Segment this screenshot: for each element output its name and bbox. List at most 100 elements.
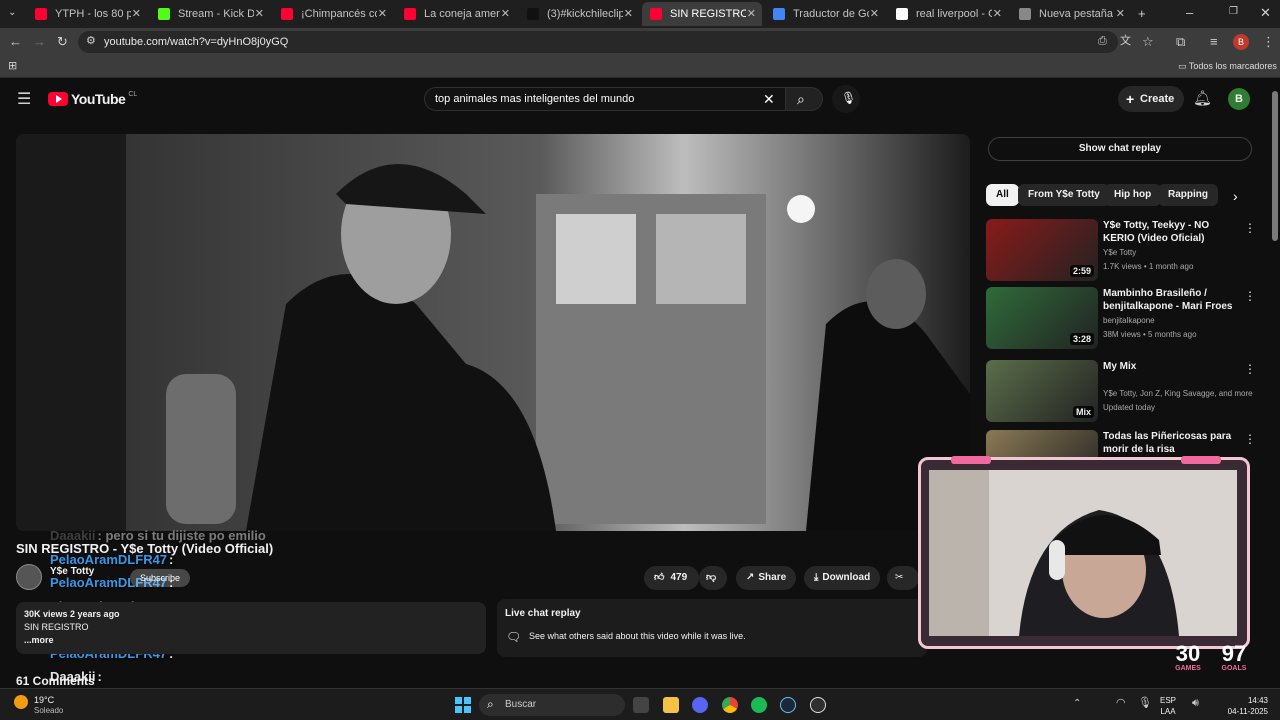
- hamburger-menu-icon[interactable]: ☰: [17, 92, 31, 108]
- obs-icon[interactable]: [810, 697, 826, 713]
- browser-tab[interactable]: La coneja america ad✕: [396, 2, 516, 26]
- browser-tab[interactable]: Stream - Kick Dashbo✕: [150, 2, 270, 26]
- recommended-title[interactable]: Y$e Totty, Teekyy - NO KERIO (Video Ofic…: [1103, 219, 1233, 245]
- stat-goals-label: GOALS: [1221, 665, 1247, 672]
- more-actions-icon[interactable]: ⋮: [1244, 432, 1256, 446]
- spotify-icon[interactable]: [751, 697, 767, 713]
- clear-search-icon[interactable]: ✕: [763, 92, 775, 106]
- dislike-button[interactable]: 👎︎: [699, 566, 727, 590]
- new-tab-icon[interactable]: +: [1138, 7, 1146, 20]
- chips-next-icon[interactable]: ›: [1233, 189, 1238, 203]
- clip-button[interactable]: ✂: [887, 566, 919, 590]
- recommended-channel[interactable]: Y$e Totty, Jon Z, King Savagge, and more: [1103, 389, 1253, 398]
- video-thumbnail[interactable]: 2:59: [986, 219, 1098, 281]
- recommended-video[interactable]: 2:59 Y$e Totty, Teekyy - NO KERIO (Video …: [986, 219, 1256, 285]
- chrome-icon[interactable]: [722, 697, 738, 713]
- browser-tab[interactable]: (3)#kickchileclips #m✕: [519, 2, 639, 26]
- filter-chip[interactable]: Rapping: [1158, 184, 1218, 206]
- notifications-bell-icon[interactable]: 🔔︎: [1193, 91, 1212, 106]
- create-button[interactable]: + Create: [1118, 86, 1184, 112]
- recommended-video[interactable]: 3:28 Mambinho Brasileño / benjitalkapone …: [986, 287, 1256, 353]
- browser-tab[interactable]: YTPH - los 80 pinoche✕: [27, 2, 147, 26]
- voice-search-button[interactable]: 🎙: [832, 85, 860, 113]
- youtube-logo[interactable]: YouTube CL: [48, 91, 137, 107]
- taskbar-search[interactable]: ⌕ Buscar: [479, 694, 625, 716]
- task-view-icon[interactable]: [633, 697, 649, 713]
- more-link[interactable]: ...more: [24, 634, 478, 647]
- tab-close-icon[interactable]: ✕: [501, 7, 510, 20]
- reload-icon[interactable]: ↻: [57, 35, 68, 48]
- apps-grid-icon[interactable]: ⊞: [8, 61, 17, 72]
- media-icon[interactable]: ≡: [1210, 35, 1218, 48]
- tab-close-icon[interactable]: ✕: [624, 7, 633, 20]
- channel-avatar[interactable]: [16, 564, 42, 590]
- recommended-title[interactable]: Todas las Piñericosas para morir de la r…: [1103, 430, 1233, 456]
- browser-tab[interactable]: Nueva pestaña ✕: [1011, 2, 1131, 26]
- browser-tab[interactable]: SIN REGISTRO - Y$e✕: [642, 2, 762, 26]
- weather-icon[interactable]: [14, 695, 28, 709]
- all-bookmarks[interactable]: ▭ Todos los marcadores: [1178, 61, 1277, 72]
- restore-icon[interactable]: ❐: [1229, 7, 1238, 17]
- recommended-channel[interactable]: benjitalkapone: [1103, 316, 1155, 325]
- recommended-channel[interactable]: Y$e Totty: [1103, 248, 1136, 257]
- search-button[interactable]: ⌕: [785, 87, 823, 111]
- menu-kebab-icon[interactable]: ⋮: [1262, 35, 1275, 48]
- discord-icon[interactable]: [692, 697, 708, 713]
- back-icon[interactable]: ←: [9, 35, 22, 48]
- start-button[interactable]: [455, 697, 471, 713]
- video-player[interactable]: [16, 134, 970, 531]
- more-actions-icon[interactable]: ⋮: [1244, 289, 1256, 303]
- language-indicator[interactable]: ESP LAA: [1160, 695, 1176, 717]
- forward-icon[interactable]: →: [33, 35, 46, 48]
- video-thumbnail[interactable]: 3:28: [986, 287, 1098, 349]
- file-explorer-icon[interactable]: [663, 697, 679, 713]
- volume-icon[interactable]: 🔊︎: [1192, 698, 1199, 709]
- weather-temp[interactable]: 19°C: [34, 695, 54, 705]
- wifi-icon[interactable]: ◠: [1116, 698, 1126, 709]
- search-input[interactable]: top animales mas inteligentes del mundo …: [424, 87, 786, 111]
- download-button[interactable]: ⤓ Download: [804, 566, 881, 590]
- tab-close-icon[interactable]: ✕: [255, 7, 264, 20]
- site-info-icon[interactable]: ⚙: [86, 36, 96, 47]
- tray-chevron-icon[interactable]: ⌃: [1073, 699, 1081, 709]
- tab-close-icon[interactable]: ✕: [378, 7, 387, 20]
- channel-name[interactable]: Y$e Totty: [50, 566, 94, 577]
- description-box[interactable]: 30K views 2 years ago SIN REGISTRO ...mo…: [16, 602, 486, 654]
- account-avatar[interactable]: B: [1228, 88, 1250, 110]
- extensions-icon[interactable]: ⧉: [1176, 35, 1185, 48]
- close-window-icon[interactable]: ✕: [1260, 6, 1271, 19]
- tab-close-icon[interactable]: ✕: [870, 7, 879, 20]
- more-actions-icon[interactable]: ⋮: [1244, 362, 1256, 376]
- mic-tray-icon[interactable]: 🎙: [1138, 698, 1152, 709]
- browser-tab[interactable]: ¡Chimpancés con Má✕: [273, 2, 393, 26]
- tab-close-icon[interactable]: ✕: [1116, 7, 1125, 20]
- subscribe-button[interactable]: Subscribe: [130, 569, 191, 587]
- mic-icon: 🎙: [841, 91, 857, 105]
- tab-search-icon[interactable]: ⌄: [8, 8, 16, 18]
- bookmark-star-icon[interactable]: ☆: [1142, 35, 1154, 48]
- recommended-video[interactable]: Mix My Mix Y$e Totty, Jon Z, King Savagge,…: [986, 360, 1256, 426]
- url-bar[interactable]: ⚙ youtube.com/watch?v=dyHnO8j0yGQ: [78, 31, 1118, 53]
- profile-avatar[interactable]: B: [1233, 34, 1249, 50]
- share-button[interactable]: ↗ Share: [736, 566, 797, 590]
- tab-close-icon[interactable]: ✕: [993, 7, 1002, 20]
- recommended-title[interactable]: Mambinho Brasileño / benjitalkapone - Ma…: [1103, 287, 1233, 313]
- like-button[interactable]: 👍︎ 479: [644, 566, 700, 590]
- filter-chip[interactable]: Hip hop: [1104, 184, 1162, 206]
- show-chat-replay-button[interactable]: Show chat replay: [988, 137, 1252, 161]
- clock[interactable]: 14:43 04-11-2025: [1218, 695, 1268, 717]
- tab-close-icon[interactable]: ✕: [132, 7, 141, 20]
- more-actions-icon[interactable]: ⋮: [1244, 221, 1256, 235]
- install-icon[interactable]: ⎙: [1098, 36, 1107, 47]
- translate-icon[interactable]: 文: [1120, 36, 1131, 47]
- page-scrollbar[interactable]: [1272, 91, 1278, 241]
- video-thumbnail[interactable]: Mix: [986, 360, 1098, 422]
- filter-chip[interactable]: All: [986, 184, 1019, 206]
- tab-close-icon[interactable]: ✕: [747, 7, 756, 20]
- steam-icon[interactable]: [780, 697, 796, 713]
- browser-tab[interactable]: real liverpool - Goog✕: [888, 2, 1008, 26]
- minimize-icon[interactable]: –: [1186, 6, 1193, 19]
- filter-chip[interactable]: From Y$e Totty: [1018, 184, 1110, 206]
- recommended-title[interactable]: My Mix: [1103, 360, 1233, 373]
- browser-tab[interactable]: Traductor de Google✕: [765, 2, 885, 26]
